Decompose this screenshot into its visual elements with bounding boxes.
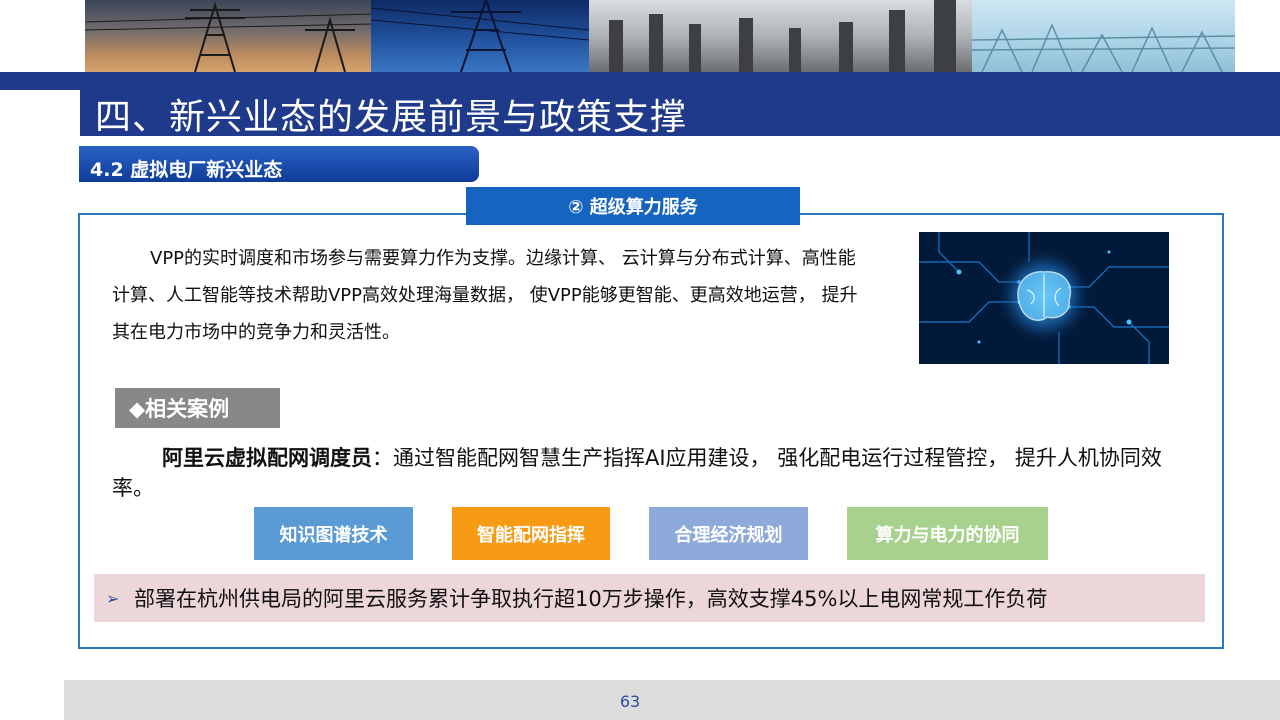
section-label: 4.2 虚拟电厂新兴业态 [90,159,283,181]
chip-knowledge-graph: 知识图谱技术 [254,507,413,560]
page-title: 四、新兴业态的发展前景与政策支撑 [95,97,688,138]
chip-economic-planning: 合理经济规划 [649,507,808,560]
related-cases-tag: ◆相关案例 [115,388,280,428]
substation-structure-photo [972,0,1235,72]
subsection-label: ② 超级算力服务 [568,197,698,218]
ai-brain-image [919,232,1169,364]
page-number: 63 [619,692,641,711]
chip-compute-power-synergy: 算力与电力的协同 [847,507,1048,560]
intro-paragraph: VPP的实时调度和市场参与需要算力作为支撑。边缘计算、 云计算与分布式计算、高性… [112,248,858,343]
arrow-bullet-icon: ➢ [106,588,120,608]
subsection-tab: ② 超级算力服务 [466,187,800,225]
result-note: ➢ 部署在杭州供电局的阿里云服务累计争取执行超10万步操作，高效支撑45%以上电… [94,574,1205,622]
transmission-tower-photo [371,0,589,72]
chip-smart-grid-command: 智能配网指挥 [452,507,610,560]
capability-chips: 知识图谱技术 智能配网指挥 合理经济规划 算力与电力的协同 [0,507,1280,561]
header-banner [85,0,1235,72]
power-tower-photo [85,0,371,72]
substation-photo [589,0,972,72]
case-title: 阿里云虚拟配网调度员 [162,446,372,470]
case-paragraph: 阿里云虚拟配网调度员：通过智能配网智慧生产指挥AI应用建设， 强化配电运行过程管… [112,443,1172,503]
result-note-text: 部署在杭州供电局的阿里云服务累计争取执行超10万步操作，高效支撑45%以上电网常… [134,587,1048,611]
